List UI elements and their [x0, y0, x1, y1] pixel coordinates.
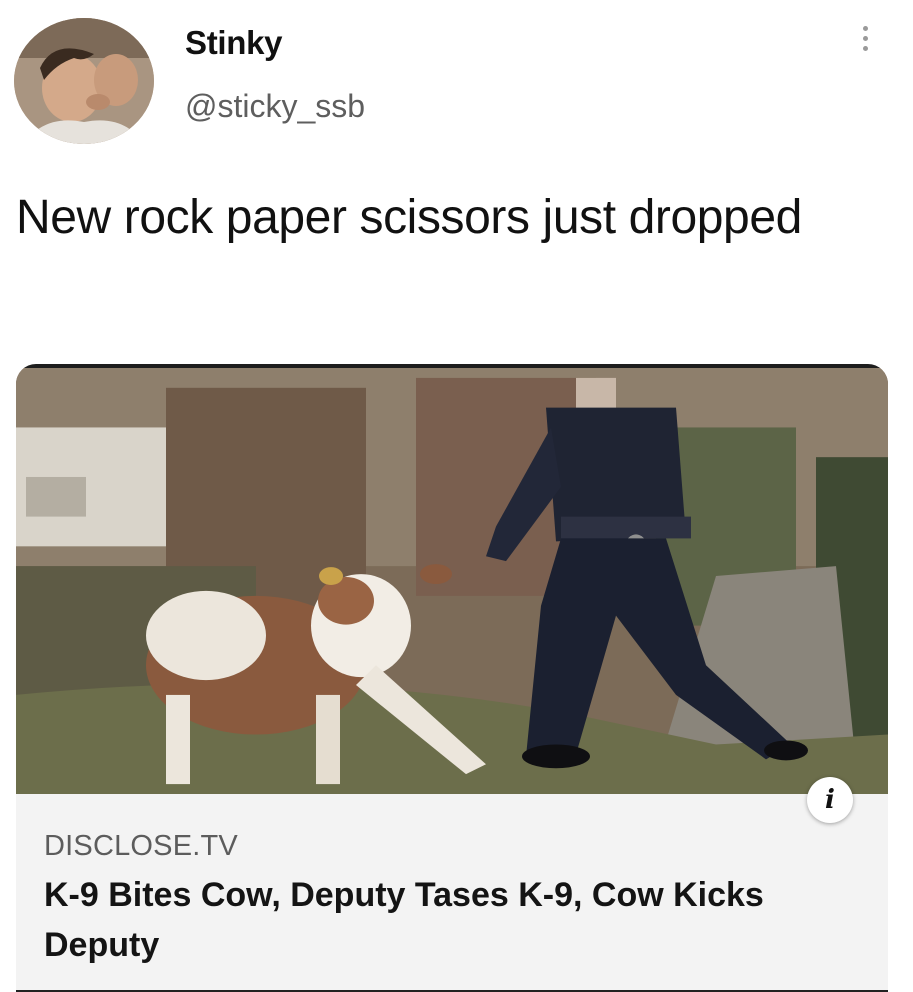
info-icon[interactable]: i: [807, 777, 853, 823]
author-handle[interactable]: @sticky_ssb: [185, 88, 365, 125]
link-preview-image[interactable]: [16, 364, 888, 794]
link-title[interactable]: K-9 Bites Cow, Deputy Tases K-9, Cow Kic…: [44, 870, 844, 970]
author-display-name[interactable]: Stinky: [185, 24, 283, 62]
link-source-domain: DISCLOSE.TV: [44, 830, 238, 862]
tweet-screenshot: Stinky @sticky_ssb New rock paper scisso…: [0, 0, 913, 992]
more-vertical-icon[interactable]: [855, 26, 875, 66]
avatar[interactable]: [14, 18, 154, 144]
tweet-text: New rock paper scissors just dropped: [16, 191, 802, 244]
link-preview-card[interactable]: i DISCLOSE.TV K-9 Bites Cow, Deputy Tase…: [16, 364, 888, 992]
